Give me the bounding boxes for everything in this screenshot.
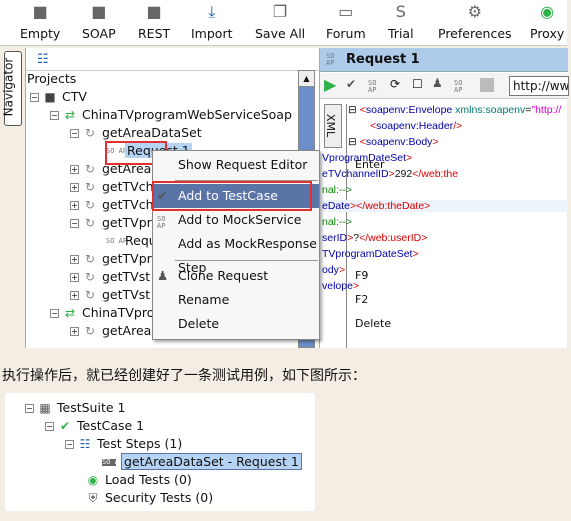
tree-item-test-step[interactable]: SO APgetAreaDataSet - Request 1 (102, 453, 302, 471)
trial-icon: S (395, 2, 406, 21)
import-icon: ⤓ (208, 2, 216, 21)
soap-request-icon: SO AP (106, 237, 128, 245)
endpoint-url-input[interactable]: http://www (509, 76, 569, 96)
tree-item-testcase[interactable]: − ✔ TestCase 1 (45, 417, 144, 435)
rest-project-icon: ■ (146, 2, 162, 21)
soap-icon[interactable]: SO AP (368, 80, 382, 94)
menu-item-add-to-mockservice[interactable]: SO AP Add to MockService (153, 208, 319, 232)
tree-item[interactable]: + ↻ getTVst (70, 268, 150, 286)
soap-project-icon: ■ (91, 2, 107, 21)
soap-icon[interactable]: SO AP (454, 80, 468, 94)
menu-item-delete[interactable]: Delete Delete (153, 312, 391, 336)
operation-icon: ↻ (84, 198, 96, 212)
soap-icon: SO AP (326, 52, 335, 67)
add-assertion-icon[interactable]: ✔ (346, 77, 356, 91)
operation-icon: ↻ (84, 180, 96, 194)
tree-item[interactable]: + ↻ getTVpr (70, 250, 152, 268)
operation-icon: ↻ (84, 324, 96, 338)
menu-item-add-as-mockresponse-step[interactable]: Add as MockResponse Step (153, 232, 319, 275)
rest-button[interactable]: ■ REST (138, 2, 170, 41)
tree-item-testsuite[interactable]: − ▦ TestSuite 1 (25, 399, 125, 417)
interface-icon: ⇄ (64, 108, 76, 122)
clone-icon: ♟ (157, 268, 169, 283)
operation-icon: ↻ (84, 216, 96, 230)
run-icon[interactable]: ▶ (324, 75, 336, 94)
stop-icon[interactable] (480, 78, 494, 92)
navigator-tab[interactable]: Navigator (1, 51, 22, 126)
refresh-icon[interactable]: ⟳ (390, 77, 400, 91)
tree-item-load-tests[interactable]: ◉ Load Tests (0) (85, 471, 192, 489)
context-menu: Show Request Editor Enter ✔ Add to TestCas… (152, 150, 403, 340)
interface-icon: ⇄ (64, 306, 76, 320)
menu-item-show-request-editor[interactable]: Show Request Editor Enter (153, 153, 385, 177)
menu-item-clone-request[interactable]: ♟ Clone Request F9 (153, 264, 368, 288)
proxy-button[interactable]: ◉ Proxy (530, 2, 564, 41)
tree-item-security-tests[interactable]: ⛨ Security Tests (0) (85, 489, 213, 507)
request-title-bar: SO AP Request 1 (320, 48, 568, 72)
operation-icon: ↻ (84, 252, 96, 266)
soap-icon: SO AP (157, 215, 166, 230)
result-tree: − ▦ TestSuite 1 − ✔ TestCase 1 − ☷ Test Steps … (5, 393, 315, 511)
tree-item-test-steps[interactable]: − ☷ Test Steps (1) (65, 435, 182, 453)
save-all-button[interactable]: ❐ Save All (255, 2, 305, 41)
gear-icon: ⚙ (467, 2, 482, 21)
testsuite-icon: ▦ (39, 401, 51, 415)
trial-button[interactable]: S Trial (388, 2, 414, 41)
tree-item[interactable]: + ↻ getTVch (70, 178, 154, 196)
tree-item[interactable]: − ↻ getAreaDataSet (70, 124, 202, 142)
soap-button[interactable]: ■ SOAP (82, 2, 116, 41)
save-all-icon: ❐ (272, 2, 288, 21)
scroll-up-arrow-icon[interactable]: ▲ (299, 71, 314, 87)
checkbox-icon[interactable]: ☐ (412, 77, 423, 91)
highlight-box-add-to-testcase (152, 181, 312, 211)
tree-item[interactable]: SO APRequ (106, 232, 157, 250)
menu-item-rename[interactable]: Rename F2 (153, 288, 368, 312)
preferences-button[interactable]: ⚙ Preferences (438, 2, 512, 41)
operation-icon: ↻ (84, 270, 96, 284)
tree-item[interactable]: − ⇄ ChinaTVpro (50, 304, 154, 322)
list-view-icon[interactable]: ☷ (37, 52, 49, 67)
tree-item[interactable]: + ↻ getArea (70, 322, 151, 340)
folder-icon: ■ (44, 90, 56, 104)
xml-tab[interactable]: XML (324, 104, 342, 148)
tree-item[interactable]: − ⇄ ChinaTVprogramWebServiceSoap (50, 106, 292, 124)
operation-icon: ↻ (84, 288, 96, 302)
clone-icon[interactable]: ♟ (432, 76, 443, 90)
load-test-icon: ◉ (87, 473, 99, 487)
checkmark-icon: ✔ (59, 419, 71, 433)
tree-item[interactable]: + ↻ getTVch (70, 196, 154, 214)
folder-icon: ■ (32, 2, 48, 21)
tree-item[interactable]: − ↻ getTVpr (70, 214, 152, 232)
tree-root-projects[interactable]: Projects (27, 70, 76, 88)
list-icon: ☷ (79, 437, 91, 451)
forum-button[interactable]: ▭ Forum (326, 2, 366, 41)
proxy-icon: ◉ (540, 2, 555, 21)
shield-icon: ⛨ (88, 491, 98, 505)
forum-icon: ▭ (338, 2, 354, 21)
operation-icon: ↻ (84, 126, 96, 140)
main-toolbar: ■ Empty ■ SOAP ■ REST ⤓ Import ❐ Save All ▭ Fo… (0, 0, 567, 46)
empty-button[interactable]: ■ Empty (20, 2, 60, 41)
tree-item[interactable]: + ↻ getTVst (70, 286, 150, 304)
request-toolbar: ▶ ✔ SO AP ⟳ ☐ ♟ SO AP http://www (320, 73, 569, 99)
import-button[interactable]: ⤓ Import (191, 2, 233, 41)
operation-icon: ↻ (84, 162, 96, 176)
caption-text: 执行操作后，就已经创建好了一条测试用例，如下图所示： (2, 368, 366, 384)
tree-item[interactable]: − ■ CTV (30, 88, 87, 106)
soap-request-icon: SO AP (102, 458, 124, 466)
